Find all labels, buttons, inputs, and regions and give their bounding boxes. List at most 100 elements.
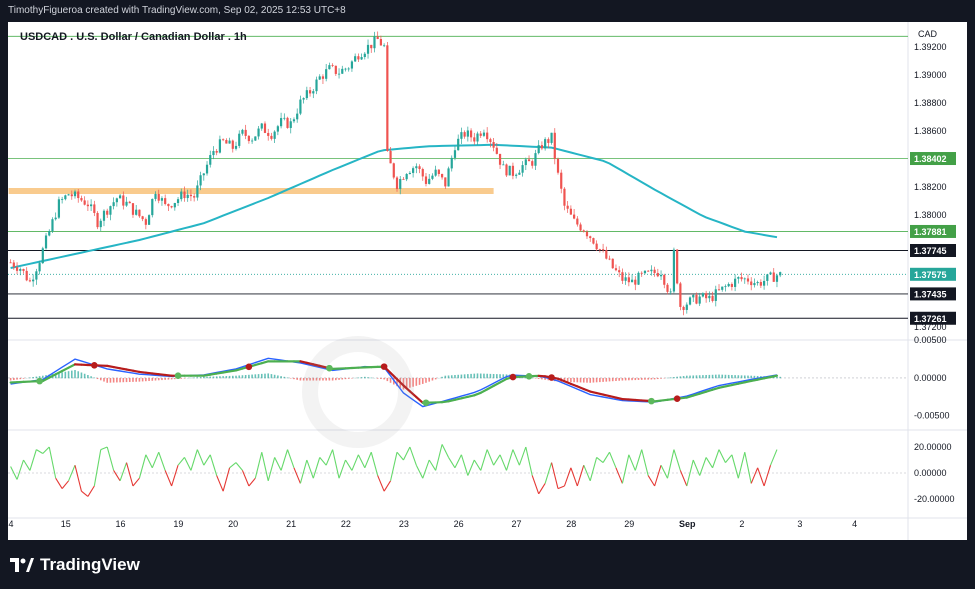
macd-histogram-bar <box>364 376 366 379</box>
macd-histogram-bar <box>489 373 492 379</box>
macd-histogram-bar <box>19 377 22 380</box>
candle-body <box>170 206 173 208</box>
candle-body <box>714 289 717 301</box>
price-tick: 1.39000 <box>914 70 947 80</box>
candle-body <box>666 284 669 292</box>
macd-histogram-bar <box>335 377 337 381</box>
macd-histogram-bar <box>347 377 350 379</box>
price-tag-label: 1.37575 <box>914 270 947 280</box>
macd-histogram-bar <box>708 374 711 379</box>
candle-body <box>418 166 421 170</box>
candle-body <box>515 174 518 176</box>
candle-body <box>99 220 102 228</box>
macd-histogram-bar <box>128 377 131 382</box>
candle-body <box>321 76 325 79</box>
oscillator-segment <box>325 449 334 466</box>
macd-histogram-bar <box>383 377 385 380</box>
candle-body <box>61 199 64 200</box>
candle-body <box>209 155 212 165</box>
oscillator-segment <box>654 465 662 487</box>
candle-body <box>270 135 273 139</box>
macd-histogram-bar <box>376 377 379 379</box>
candle-body <box>724 286 727 288</box>
candle-body <box>379 39 383 46</box>
candle-body <box>183 191 186 199</box>
candle-body <box>508 165 511 176</box>
macd-histogram-bar <box>283 376 286 379</box>
candle-body <box>176 199 180 203</box>
candle-body <box>267 132 270 136</box>
time-tick: 29 <box>624 519 634 529</box>
oscillator-segment <box>196 449 205 466</box>
macd-histogram-bar <box>647 377 649 380</box>
candle-body <box>41 248 44 264</box>
oscillator-segment <box>422 459 430 479</box>
macd-histogram-bar <box>228 375 231 379</box>
macd-histogram-bar <box>96 377 99 380</box>
candle-body <box>167 203 170 207</box>
candle-body <box>582 230 585 232</box>
candle-body <box>547 139 550 143</box>
macd-histogram-bar <box>61 372 63 379</box>
candle-body <box>672 249 676 292</box>
candle-body <box>299 99 302 114</box>
candle-body <box>38 263 41 272</box>
macd-histogram-bar <box>657 377 659 380</box>
chart-canvas[interactable]: 1.39200 1.39000 1.38800 1.38600 1.38200 1.380… <box>8 22 967 540</box>
candle-body <box>498 153 502 165</box>
candle-body <box>247 135 250 142</box>
macd-histogram-bar <box>157 377 160 381</box>
candle-body <box>273 131 276 139</box>
time-tick: 28 <box>566 519 576 529</box>
chart-area[interactable]: 1.39200 1.39000 1.38800 1.38600 1.38200 1.380… <box>8 22 967 540</box>
macd-histogram-bar <box>714 374 717 379</box>
candle-body <box>344 68 347 70</box>
oscillator-segment <box>357 454 366 469</box>
candle-body <box>592 238 595 244</box>
candle-body <box>685 304 688 310</box>
oscillator-tick: 0.00000 <box>914 468 947 478</box>
candle-body <box>83 200 86 205</box>
macd-histogram-bar <box>42 375 44 379</box>
oscillator-segment <box>415 464 424 479</box>
candle-body <box>389 150 392 164</box>
candle-body <box>196 185 199 198</box>
oscillator-segment <box>23 459 31 471</box>
macd-histogram-bar <box>174 377 176 380</box>
oscillator-segment <box>480 449 488 471</box>
candle-body <box>22 268 25 271</box>
oscillator-segment <box>145 454 153 469</box>
candle-body <box>334 65 337 74</box>
macd-histogram-bar <box>351 377 353 379</box>
oscillator-segment <box>763 465 772 487</box>
candle-body <box>15 267 19 271</box>
oscillator-segment <box>261 452 269 481</box>
macd-histogram-bar <box>579 377 582 383</box>
candle-body <box>308 90 312 94</box>
oscillator-segment <box>473 459 482 471</box>
oscillator-segment <box>177 457 185 466</box>
macd-histogram-bar <box>77 371 80 379</box>
candle-body <box>560 172 563 189</box>
time-tick: 19 <box>173 519 183 529</box>
candle-body <box>260 123 263 129</box>
candle-body <box>775 275 779 282</box>
price-tick: 1.38800 <box>914 98 947 108</box>
candle-body <box>212 151 215 156</box>
candle-body <box>357 56 360 60</box>
tradingview-logo[interactable]: TradingView <box>10 555 140 574</box>
oscillator-segment <box>448 457 456 469</box>
candle-body <box>286 117 289 128</box>
oscillator-segment <box>609 451 617 469</box>
macd-histogram-bar <box>215 376 218 379</box>
candle-body <box>157 193 160 201</box>
candle-body <box>457 138 460 151</box>
candle-body <box>705 293 708 299</box>
macd-histogram-bar <box>692 375 695 379</box>
oscillator-segment <box>216 475 224 492</box>
candle-body <box>653 269 656 273</box>
macd-histogram-bar <box>628 377 630 381</box>
macd-histogram-bar <box>431 377 434 381</box>
candle-body <box>601 249 605 251</box>
price-tick: 1.38000 <box>914 210 947 220</box>
